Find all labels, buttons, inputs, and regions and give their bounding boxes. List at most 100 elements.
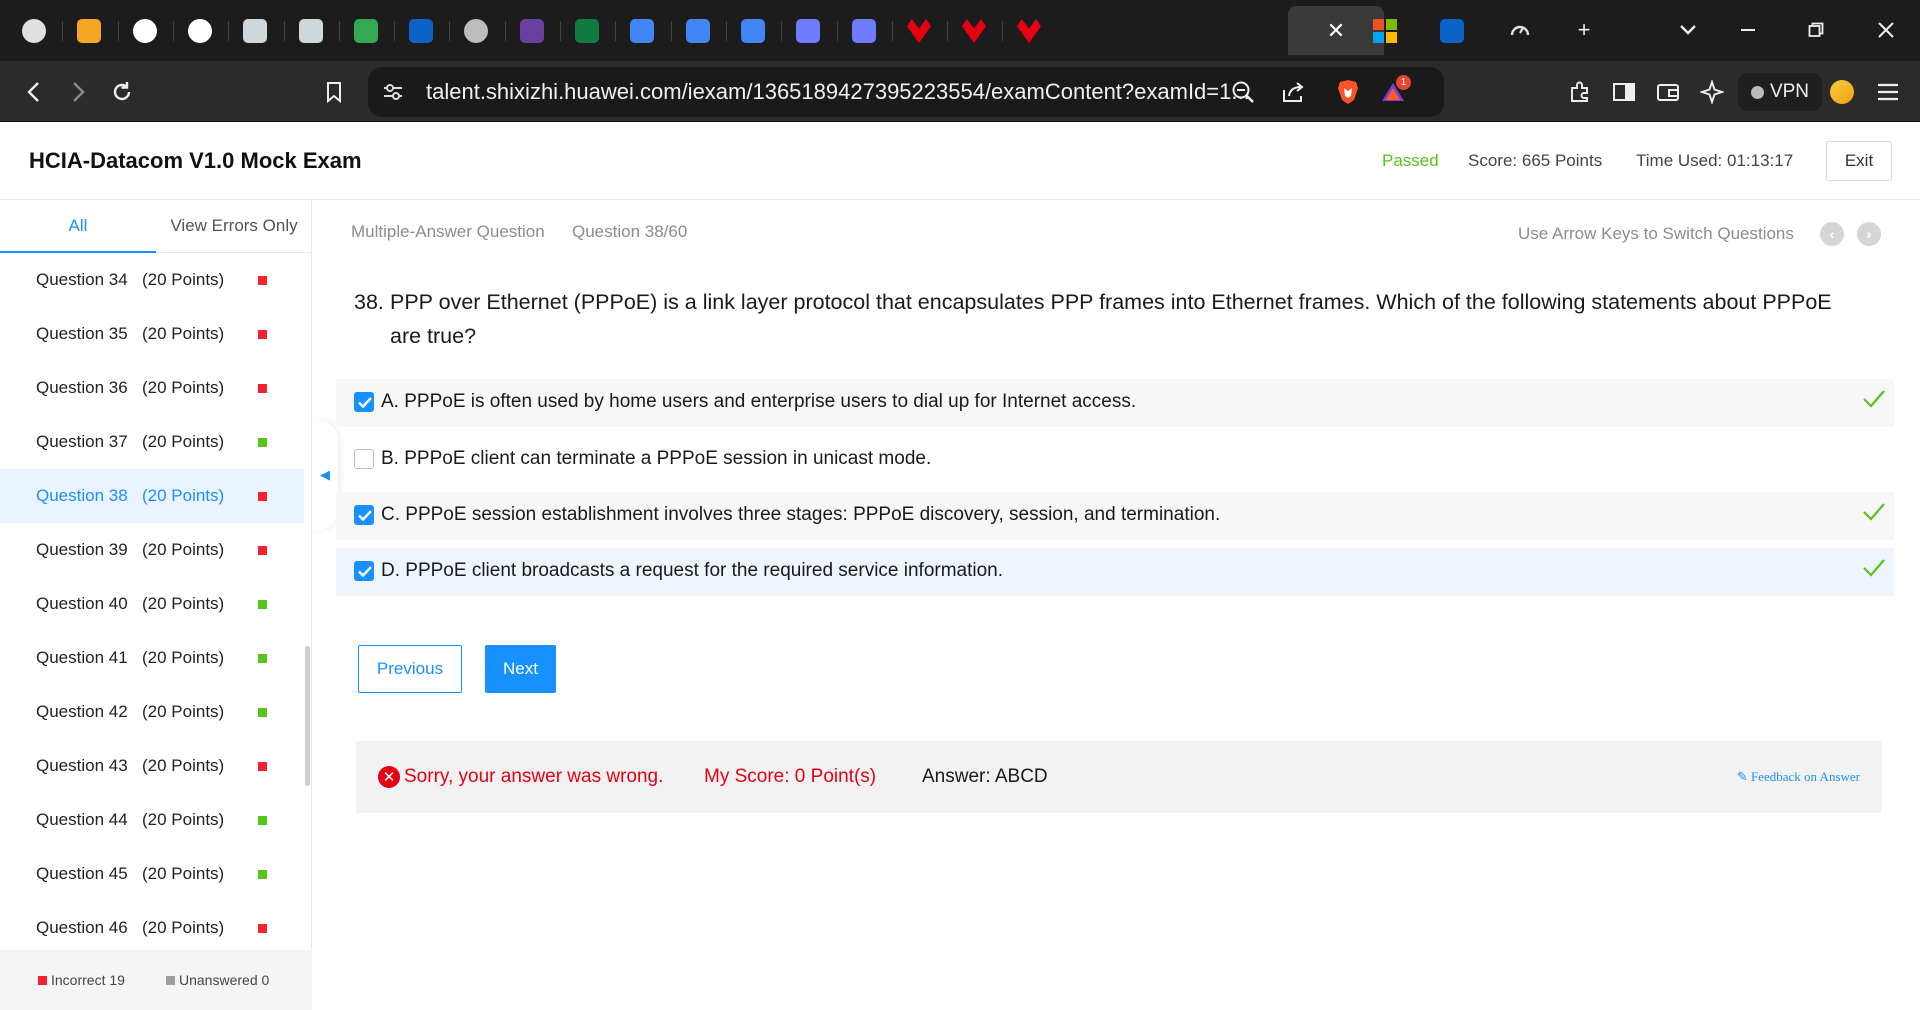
wallet-icon[interactable]: [1648, 73, 1688, 111]
close-window-button[interactable]: [1866, 14, 1906, 46]
tab-separator: [62, 21, 63, 41]
tab-separator: [449, 21, 450, 41]
question-list-item[interactable]: Question 37 (20 Points): [0, 415, 304, 469]
site-settings-icon[interactable]: [378, 77, 408, 107]
collapse-sidebar-button[interactable]: ◀: [312, 420, 338, 530]
close-tab-icon[interactable]: ✕: [1327, 18, 1345, 44]
tab-separator: [173, 21, 174, 41]
sidebar-legend: Incorrect 19 Unanswered 0: [0, 950, 312, 1010]
question-list-item-name: Question 38: [36, 486, 128, 505]
sidebar-scrollbar[interactable]: [305, 646, 310, 786]
option-checkbox[interactable]: [354, 561, 374, 581]
huawei-icon[interactable]: [959, 16, 989, 46]
question-list-item-name: Question 40: [36, 594, 128, 613]
gauge-icon[interactable]: [19, 16, 49, 46]
back-button[interactable]: [14, 73, 54, 111]
option-checkbox[interactable]: [354, 449, 374, 469]
reload-button[interactable]: [102, 73, 142, 111]
question-list-item-name: Question 41: [36, 648, 128, 667]
question-list-item[interactable]: Question 42 (20 Points): [0, 685, 304, 739]
gauge-icon[interactable]: [1505, 16, 1535, 46]
question-list-item[interactable]: Question 41 (20 Points): [0, 631, 304, 685]
emblem-icon[interactable]: [517, 16, 547, 46]
docs-icon[interactable]: [738, 16, 768, 46]
restore-button[interactable]: [1796, 14, 1836, 46]
next-question-arrow-icon[interactable]: ›: [1857, 222, 1881, 246]
sidebar-toggle-icon[interactable]: [1604, 73, 1644, 111]
vpn-label: VPN: [1769, 81, 1810, 102]
tab-view-errors-only[interactable]: View Errors Only: [156, 200, 312, 253]
huawei-icon[interactable]: [1014, 16, 1044, 46]
question-list-item[interactable]: Question 45 (20 Points): [0, 847, 304, 901]
next-button[interactable]: Next: [485, 645, 556, 693]
exam-header: HCIA-Datacom V1.0 Mock Exam Passed Score…: [0, 122, 1920, 200]
question-list-item[interactable]: Question 46 (20 Points): [0, 901, 304, 950]
question-list-item[interactable]: Question 38 (20 Points): [0, 469, 304, 523]
exit-button[interactable]: Exit: [1826, 141, 1892, 181]
leo-ai-icon[interactable]: [1692, 73, 1732, 111]
six-icon[interactable]: [130, 16, 160, 46]
prev-question-arrow-icon[interactable]: ‹: [1820, 222, 1844, 246]
forward-button[interactable]: [58, 73, 98, 111]
time-label: Time Used:: [1636, 151, 1723, 170]
menu-icon[interactable]: [1868, 73, 1908, 111]
answer-option[interactable]: A. PPPoE is often used by home users and…: [336, 379, 1894, 427]
option-text: D. PPPoE client broadcasts a request for…: [381, 560, 1004, 581]
question-list[interactable]: Question 34 (20 Points) Question 35 (20 Poi…: [0, 253, 304, 950]
bookmark-icon[interactable]: [314, 73, 354, 111]
question-list-item[interactable]: Question 44 (20 Points): [0, 793, 304, 847]
rewards-icon[interactable]: 1: [1379, 75, 1411, 107]
correct-marker-icon: [258, 438, 267, 447]
question-list-item[interactable]: Question 35 (20 Points): [0, 307, 304, 361]
mascot-icon[interactable]: [240, 16, 270, 46]
feedback-link[interactable]: ✎ Feedback on Answer: [1737, 741, 1860, 813]
question-list-item[interactable]: Question 34 (20 Points): [0, 253, 304, 307]
answer-option[interactable]: C. PPPoE session establishment involves …: [336, 492, 1894, 540]
forms-icon[interactable]: [572, 16, 602, 46]
answer-option[interactable]: B. PPPoE client can terminate a PPPoE se…: [336, 436, 1894, 484]
tab-separator: [394, 21, 395, 41]
answer-option[interactable]: D. PPPoE client broadcasts a request for…: [336, 548, 1894, 596]
share-icon[interactable]: [1278, 77, 1308, 107]
address-bar[interactable]: talent.shixizhi.huawei.com/iexam/1365189…: [368, 67, 1444, 117]
tab-all[interactable]: All: [0, 200, 156, 253]
docs-icon[interactable]: [683, 16, 713, 46]
mascot-icon[interactable]: [296, 16, 326, 46]
six-icon[interactable]: [185, 16, 215, 46]
brave-shield-icon[interactable]: [1333, 77, 1363, 107]
meet-icon[interactable]: [351, 16, 381, 46]
vpn-status-icon: [1750, 85, 1764, 99]
score-label: Score:: [1468, 151, 1518, 170]
bird-icon[interactable]: [793, 16, 823, 46]
vpn-button[interactable]: VPN: [1738, 73, 1822, 111]
zoom-icon[interactable]: [1228, 77, 1258, 107]
question-list-item[interactable]: Question 40 (20 Points): [0, 577, 304, 631]
legend-unanswered: Unanswered 0: [166, 972, 269, 988]
question-list-item-points: (20 Points): [142, 702, 225, 721]
option-checkbox[interactable]: [354, 392, 374, 412]
option-text: A. PPPoE is often used by home users and…: [381, 391, 1137, 412]
question-list-item[interactable]: Question 36 (20 Points): [0, 361, 304, 415]
url-text[interactable]: talent.shixizhi.huawei.com/iexam/1365189…: [426, 67, 1250, 117]
extensions-icon[interactable]: [1560, 73, 1600, 111]
new-tab-button[interactable]: +: [1564, 14, 1604, 46]
globe-icon[interactable]: [461, 16, 491, 46]
microsoft-icon[interactable]: [1370, 16, 1400, 46]
bird-icon[interactable]: [849, 16, 879, 46]
tab-separator: [228, 21, 229, 41]
co-logo-icon[interactable]: [74, 16, 104, 46]
huawei-icon[interactable]: [904, 16, 934, 46]
score-display: Score: 665 Points: [1468, 122, 1602, 200]
docs-icon[interactable]: [627, 16, 657, 46]
question-list-item[interactable]: Question 43 (20 Points): [0, 739, 304, 793]
option-checkbox[interactable]: [354, 505, 374, 525]
question-list-item[interactable]: Question 39 (20 Points): [0, 523, 304, 577]
tab-list-button[interactable]: [1668, 14, 1708, 46]
my-score: My Score: 0 Point(s): [704, 766, 877, 787]
previous-button[interactable]: Previous: [358, 645, 462, 693]
outlook-icon[interactable]: [1437, 16, 1467, 46]
correct-check-icon: [1862, 388, 1886, 415]
profile-avatar-icon[interactable]: [1822, 73, 1862, 111]
minimize-button[interactable]: [1728, 14, 1768, 46]
outlook-icon[interactable]: [406, 16, 436, 46]
